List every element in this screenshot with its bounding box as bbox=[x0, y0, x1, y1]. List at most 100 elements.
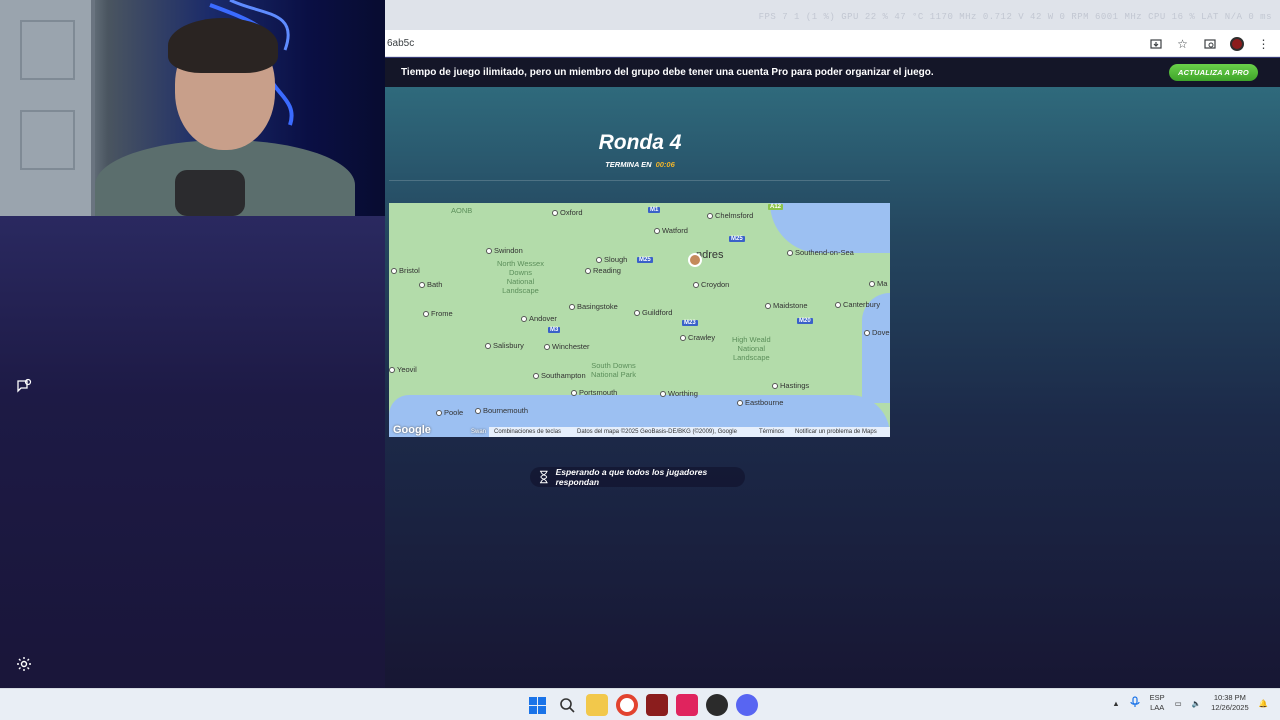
pro-upgrade-banner: Tiempo de juego ilimitado, pero un miemb… bbox=[385, 58, 1280, 87]
file-explorer-icon[interactable] bbox=[586, 694, 608, 716]
map-terms-link[interactable]: Términos bbox=[759, 429, 784, 435]
map-city-watford: Watford bbox=[654, 226, 688, 235]
obs-icon[interactable] bbox=[706, 694, 728, 716]
map-city-portsmouth: Portsmouth bbox=[571, 388, 617, 397]
language-indicator[interactable]: ESP LAA bbox=[1150, 693, 1165, 713]
map-city-worthing: Worthing bbox=[660, 389, 698, 398]
game-area: Ronda 4 TERMINA EN 00:06 AONB Oxford Watf… bbox=[385, 87, 1280, 688]
round-title: Ronda 4 bbox=[598, 131, 682, 154]
map-city-bristol: Bristol bbox=[391, 266, 420, 275]
chat-icon[interactable] bbox=[15, 377, 33, 395]
network-icon[interactable]: ▭ bbox=[1175, 699, 1182, 708]
streamer-hair bbox=[168, 18, 278, 73]
map-city-hastings: Hastings bbox=[772, 381, 809, 390]
map-sea bbox=[862, 293, 890, 403]
profile-icon[interactable] bbox=[1228, 35, 1245, 52]
map-city-slough: Slough bbox=[596, 255, 627, 264]
performance-overlay: FPS 7 1 (1 %) GPU 22 % 47 °C 1170 MHz 0.… bbox=[758, 12, 1272, 22]
map-region-south-downs: South Downs National Park bbox=[591, 361, 637, 379]
map-city-guildford: Guildford bbox=[634, 308, 672, 317]
timer-label: TERMINA EN bbox=[605, 160, 652, 169]
app-icon[interactable] bbox=[646, 694, 668, 716]
map-label-dove: Dove bbox=[864, 328, 890, 337]
webcam-overlay bbox=[0, 0, 385, 216]
map-label-aonb: AONB bbox=[451, 206, 473, 215]
map-road-a12: A12 bbox=[768, 204, 784, 210]
banner-message: Tiempo de juego ilimitado, pero un miemb… bbox=[401, 67, 934, 78]
background-door bbox=[0, 0, 95, 216]
upgrade-pro-button[interactable]: ACTUALIZA A PRO bbox=[1169, 64, 1258, 81]
map-city-bath: Bath bbox=[419, 280, 442, 289]
map-city-frome: Frome bbox=[423, 309, 453, 318]
map-city-salisbury: Salisbury bbox=[485, 341, 524, 350]
map-city-reading: Reading bbox=[585, 266, 621, 275]
volume-icon[interactable]: 🔈 bbox=[1192, 699, 1201, 708]
map-road-m23: M23 bbox=[682, 320, 698, 326]
address-bar-actions: ☆ ⋮ bbox=[1147, 35, 1272, 52]
map-city-chelmsford: Chelmsford bbox=[707, 211, 753, 220]
timer-value: 00:06 bbox=[655, 160, 675, 169]
waiting-text: Esperando a que todos los jugadores resp… bbox=[555, 467, 708, 487]
map-city-andover: Andover bbox=[521, 314, 557, 323]
system-tray: ▲ ESP LAA ▭ 🔈 10:38 PM 12/26/2025 🔔 bbox=[1112, 693, 1268, 713]
map-city-crawley: Crawley bbox=[680, 333, 715, 342]
settings-gear-icon[interactable] bbox=[15, 655, 33, 673]
map-sea bbox=[770, 203, 890, 253]
map-footer: Swan Combinaciones de teclas Datos del m… bbox=[389, 427, 890, 437]
taskbar-apps bbox=[526, 694, 758, 716]
tab-search-icon[interactable] bbox=[1201, 35, 1218, 52]
round-timer: TERMINA EN 00:06 bbox=[385, 160, 895, 169]
map-city-bournemouth: Bournemouth bbox=[475, 406, 528, 415]
map-road-m25: M25 bbox=[729, 236, 745, 242]
divider bbox=[389, 180, 890, 181]
map-city-swindon: Swindon bbox=[486, 246, 523, 255]
map-city-eastbourne: Eastbourne bbox=[737, 398, 783, 407]
map-city-winchester: Winchester bbox=[544, 342, 590, 351]
map-city-maidstone: Maidstone bbox=[765, 301, 808, 310]
map-shortcuts-link[interactable]: Combinaciones de teclas bbox=[494, 429, 561, 435]
map-report-link[interactable]: Notificar un problema de Maps bbox=[795, 429, 877, 435]
map-city-poole: Poole bbox=[436, 408, 463, 417]
star-icon[interactable]: ☆ bbox=[1174, 35, 1191, 52]
url-text[interactable]: 6ab5c bbox=[387, 38, 414, 49]
menu-icon[interactable]: ⋮ bbox=[1255, 35, 1272, 52]
map-road-m20: M20 bbox=[797, 318, 813, 324]
map-region-north-wessex: North Wessex Downs National Landscape bbox=[497, 259, 544, 295]
google-logo: Google bbox=[393, 424, 431, 436]
map-road-m1: M1 bbox=[648, 207, 661, 213]
install-icon[interactable] bbox=[1147, 35, 1164, 52]
guess-map[interactable]: AONB Oxford Watford Chelmsford Swindon S… bbox=[389, 203, 890, 437]
map-city-oxford: Oxford bbox=[552, 208, 583, 217]
discord-icon[interactable] bbox=[736, 694, 758, 716]
map-city-basingstoke: Basingstoke bbox=[569, 302, 618, 311]
microphone-icon[interactable] bbox=[1130, 696, 1140, 710]
player-avatar-pin[interactable] bbox=[688, 253, 702, 267]
map-road-m3: M3 bbox=[548, 327, 561, 333]
door-panel bbox=[20, 110, 75, 170]
chrome-icon[interactable] bbox=[616, 694, 638, 716]
map-region-high-weald: High Weald National Landscape bbox=[732, 335, 771, 362]
taskbar: ▲ ESP LAA ▭ 🔈 10:38 PM 12/26/2025 🔔 bbox=[0, 688, 1280, 720]
map-city-yeovil: Yeovil bbox=[389, 365, 417, 374]
map-data-attribution: Datos del mapa ©2025 GeoBasis-DE/BKG (©2… bbox=[577, 429, 737, 435]
map-label-ma: Ma bbox=[869, 279, 887, 288]
notification-icon[interactable]: 🔔 bbox=[1259, 699, 1268, 708]
tiktok-icon[interactable] bbox=[676, 694, 698, 716]
clock-date: 12/26/2025 bbox=[1211, 703, 1249, 712]
waiting-status: Esperando a que todos los jugadores resp… bbox=[530, 467, 745, 487]
microphone bbox=[175, 170, 245, 216]
clock-time: 10:38 PM bbox=[1213, 693, 1246, 702]
clock[interactable]: 10:38 PM 12/26/2025 bbox=[1211, 693, 1249, 713]
hourglass-icon bbox=[539, 470, 548, 484]
chevron-up-icon[interactable]: ▲ bbox=[1112, 699, 1119, 708]
door-panel bbox=[20, 20, 75, 80]
start-icon[interactable] bbox=[526, 694, 548, 716]
browser-titlebar: FPS 7 1 (1 %) GPU 22 % 47 °C 1170 MHz 0.… bbox=[385, 0, 1280, 30]
map-city-croydon: Croydon bbox=[693, 280, 729, 289]
lang-top: ESP bbox=[1149, 693, 1165, 702]
lang-bottom: LAA bbox=[1150, 703, 1165, 712]
address-bar[interactable]: 6ab5c ☆ ⋮ bbox=[385, 30, 1280, 57]
map-city-canterbury: Canterbury bbox=[835, 300, 880, 309]
search-icon[interactable] bbox=[556, 694, 578, 716]
map-road-m25: M25 bbox=[637, 257, 653, 263]
